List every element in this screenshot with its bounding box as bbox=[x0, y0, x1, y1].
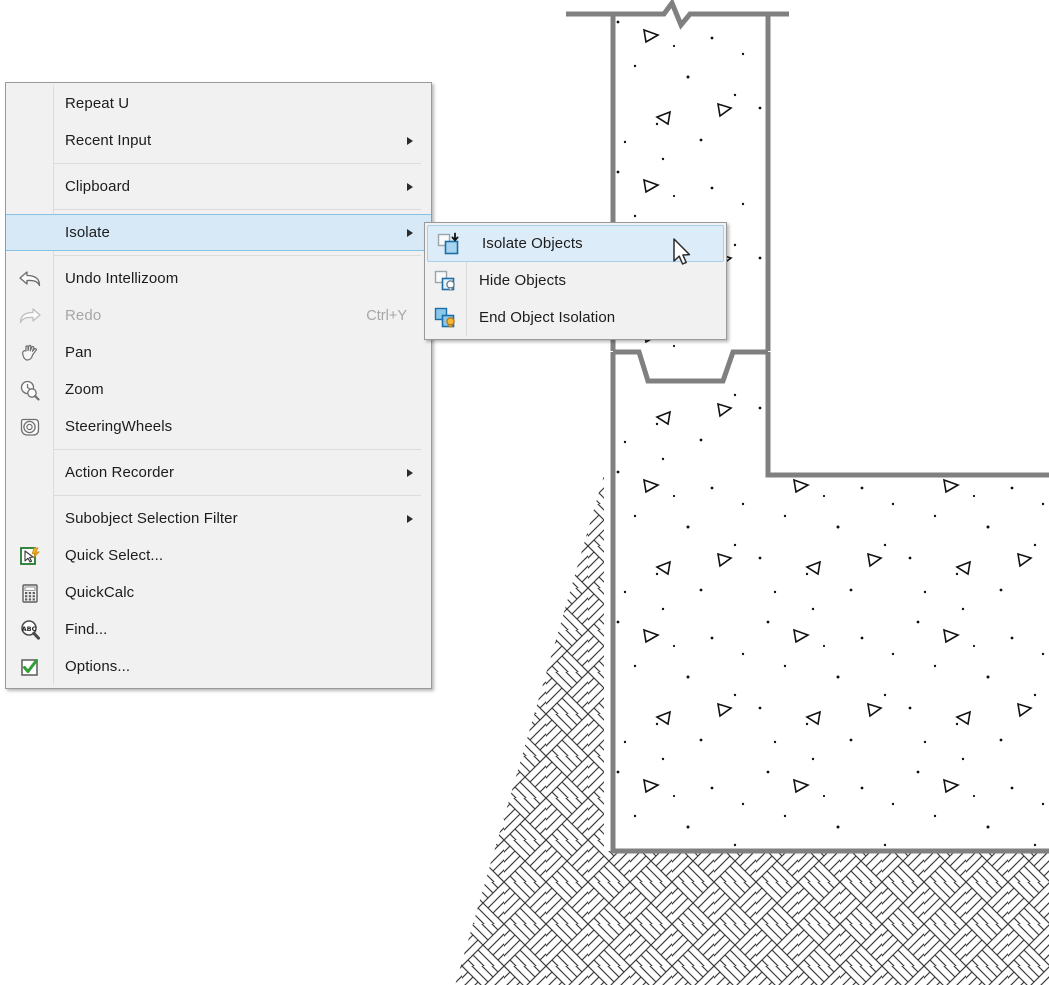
menu-item-icon-slot bbox=[6, 122, 53, 159]
menu-item-label: Isolate bbox=[65, 224, 110, 241]
menu-item-quickcalc[interactable]: QuickCalc bbox=[6, 574, 431, 611]
menu-item-label: Clipboard bbox=[65, 178, 131, 195]
options-check-icon bbox=[6, 648, 53, 685]
menu-item-icon-slot bbox=[6, 85, 53, 122]
menu-item-find[interactable]: ABC Find... bbox=[6, 611, 431, 648]
submenu-item-label: End Object Isolation bbox=[479, 309, 616, 326]
end-object-isolation-icon bbox=[425, 299, 466, 336]
menu-separator bbox=[53, 449, 421, 450]
chevron-right-icon bbox=[407, 468, 431, 477]
screen: Repeat U Recent Input Clipboard Isolate bbox=[0, 0, 1049, 985]
svg-text:ABC: ABC bbox=[21, 625, 36, 633]
menu-separator bbox=[53, 495, 421, 496]
submenu-item-label: Hide Objects bbox=[479, 272, 567, 289]
menu-item-label: Zoom bbox=[65, 381, 104, 398]
menu-item-icon-slot bbox=[6, 500, 53, 537]
menu-separator bbox=[53, 255, 421, 256]
menu-item-action-recorder[interactable]: Action Recorder bbox=[6, 454, 431, 491]
redo-icon bbox=[6, 297, 53, 334]
menu-item-clipboard[interactable]: Clipboard bbox=[6, 168, 431, 205]
menu-item-isolate[interactable]: Isolate bbox=[6, 214, 431, 251]
quick-select-icon bbox=[6, 537, 53, 574]
menu-item-icon-slot bbox=[6, 454, 53, 491]
isolate-submenu[interactable]: Isolate Objects Hide Objects End Object … bbox=[424, 222, 727, 340]
hide-objects-icon bbox=[425, 262, 466, 299]
calculator-icon bbox=[6, 574, 53, 611]
menu-item-label: Undo Intellizoom bbox=[65, 270, 179, 287]
submenu-item-hide-objects[interactable]: Hide Objects bbox=[425, 262, 726, 299]
menu-item-repeat-u[interactable]: Repeat U bbox=[6, 85, 431, 122]
steeringwheel-icon bbox=[6, 408, 53, 445]
menu-item-label: Action Recorder bbox=[65, 464, 175, 481]
menu-item-label: Pan bbox=[65, 344, 92, 361]
menu-separator bbox=[53, 209, 421, 210]
menu-item-subobject-selection-filter[interactable]: Subobject Selection Filter bbox=[6, 500, 431, 537]
menu-item-redo: Redo Ctrl+Y bbox=[6, 297, 431, 334]
chevron-right-icon bbox=[407, 514, 431, 523]
submenu-item-isolate-objects[interactable]: Isolate Objects bbox=[427, 225, 724, 262]
menu-item-undo-intellizoom[interactable]: Undo Intellizoom bbox=[6, 260, 431, 297]
menu-item-label: Recent Input bbox=[65, 132, 152, 149]
menu-item-label: Redo bbox=[65, 307, 102, 324]
menu-item-steeringwheels[interactable]: SteeringWheels bbox=[6, 408, 431, 445]
keyed-joint bbox=[613, 349, 768, 384]
menu-item-label: SteeringWheels bbox=[65, 418, 173, 435]
menu-item-zoom[interactable]: Zoom bbox=[6, 371, 431, 408]
menu-separator bbox=[53, 163, 421, 164]
menu-item-options[interactable]: Options... bbox=[6, 648, 431, 685]
undo-icon bbox=[6, 260, 53, 297]
menu-item-recent-input[interactable]: Recent Input bbox=[6, 122, 431, 159]
find-abc-icon: ABC bbox=[6, 611, 53, 648]
zoom-icon bbox=[6, 371, 53, 408]
pan-hand-icon bbox=[6, 334, 53, 371]
menu-item-quick-select[interactable]: Quick Select... bbox=[6, 537, 431, 574]
menu-item-label: Find... bbox=[65, 621, 108, 638]
submenu-item-label: Isolate Objects bbox=[482, 235, 583, 252]
menu-item-label: Quick Select... bbox=[65, 547, 164, 564]
chevron-right-icon bbox=[407, 136, 431, 145]
menu-item-icon-slot bbox=[6, 168, 53, 205]
menu-item-icon-slot bbox=[6, 214, 53, 251]
menu-item-pan[interactable]: Pan bbox=[6, 334, 431, 371]
menu-item-label: QuickCalc bbox=[65, 584, 135, 601]
chevron-right-icon bbox=[407, 182, 431, 191]
menu-item-shortcut: Ctrl+Y bbox=[366, 307, 407, 324]
isolate-objects-icon bbox=[428, 225, 469, 262]
menu-item-label: Repeat U bbox=[65, 95, 130, 112]
concrete-hatch bbox=[613, 14, 1049, 851]
menu-item-label: Subobject Selection Filter bbox=[65, 510, 238, 527]
submenu-item-end-object-isolation[interactable]: End Object Isolation bbox=[425, 299, 726, 336]
menu-item-label: Options... bbox=[65, 658, 131, 675]
drawing-context-menu[interactable]: Repeat U Recent Input Clipboard Isolate bbox=[5, 82, 432, 689]
